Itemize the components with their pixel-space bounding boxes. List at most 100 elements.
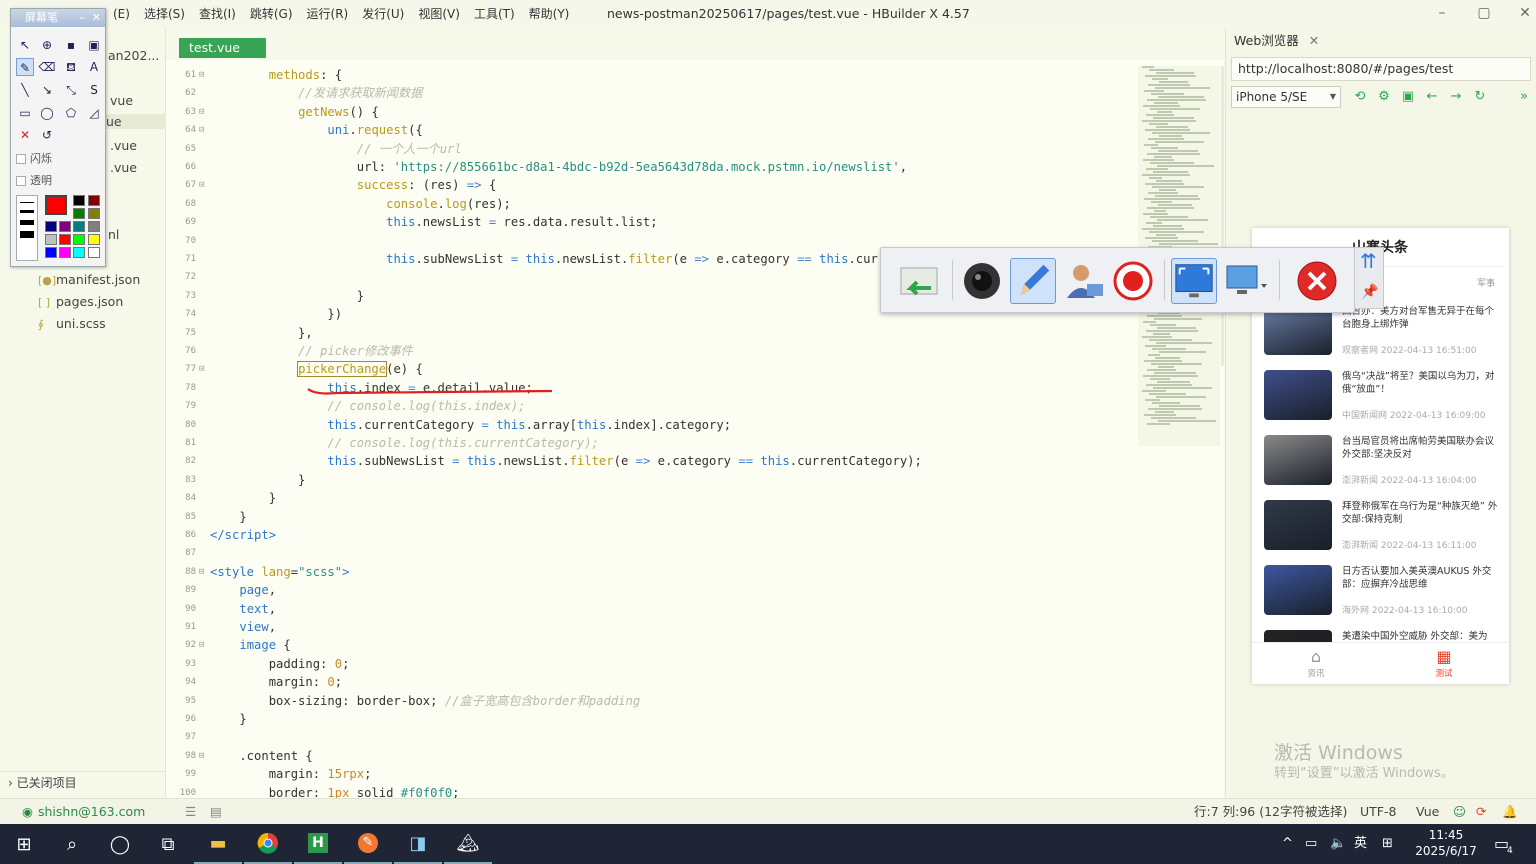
chrome-icon[interactable] (244, 824, 292, 864)
task-view-icon[interactable]: ⧉ (144, 824, 192, 864)
news-item[interactable]: 日方否认要加入美英澳AUKUS 外交部：应摒弃冷战思维 海外网 2022-04-1… (1264, 565, 1504, 621)
fold-icon[interactable]: ⊟ (199, 563, 204, 581)
curve-tool-icon[interactable]: S (85, 81, 103, 99)
minimize-icon[interactable]: – (80, 9, 86, 27)
flash-checkbox[interactable]: 闪烁 (16, 150, 52, 166)
code-line[interactable]: 99 margin: 15rpx; (166, 765, 1166, 783)
rotate-icon[interactable]: ⟲ (1352, 89, 1368, 105)
sync-icon[interactable]: ⟳ (1476, 799, 1486, 825)
sidebar-item-manifest[interactable]: [●] manifest.json (38, 272, 140, 287)
code-line[interactable]: 96 } (166, 710, 1166, 728)
rectangle-tool-icon[interactable]: ▭ (16, 104, 34, 122)
menu-run[interactable]: 运行(R) (300, 0, 356, 28)
network-icon[interactable]: ▭ (1305, 824, 1317, 864)
maximize-icon[interactable]: ▢ (1474, 4, 1494, 24)
code-line[interactable]: 89 page, (166, 581, 1166, 599)
recorder-app-icon[interactable]: ◨ (394, 824, 442, 864)
tab-test-vue[interactable]: test.vue (179, 38, 266, 58)
code-line[interactable]: 64 ⊟ uni.request({ (166, 121, 1166, 139)
fold-icon[interactable]: ⊟ (199, 636, 204, 654)
search-icon[interactable]: ⌕ (48, 824, 96, 864)
code-line[interactable]: 63 ⊟ getNews() { (166, 103, 1166, 121)
color-swatch[interactable] (73, 208, 85, 219)
code-line[interactable]: 86 </script> (166, 526, 1166, 544)
color-swatch[interactable] (73, 234, 85, 245)
user-account[interactable]: shishn@163.com (38, 799, 145, 825)
fold-icon[interactable]: ⊟ (199, 176, 204, 194)
code-line[interactable]: 85 } (166, 508, 1166, 526)
language-mode[interactable]: Vue (1416, 799, 1439, 825)
webcam-user-icon[interactable] (1061, 258, 1107, 304)
pen-tool-icon[interactable]: ✎ (16, 58, 34, 76)
code-line[interactable]: 90 text, (166, 600, 1166, 618)
code-line[interactable]: 94 margin: 0; (166, 673, 1166, 691)
code-line[interactable]: 77 ⊟ pickerChange(e) { (166, 360, 1166, 378)
ime-indicator[interactable]: 英 (1354, 824, 1367, 864)
code-line[interactable]: 65 // 一个人一个url (166, 140, 1166, 158)
sidebar-item-file[interactable]: .vue (110, 160, 137, 175)
news-item[interactable]: 俄乌“决战”将至？美国以乌为刀，对俄“放血”！ 中国新闻网 2022-04-13 … (1264, 370, 1504, 426)
cursor-position[interactable]: 行:7 列:96 (12字符被选择) (1194, 799, 1347, 825)
menu-help[interactable]: 帮助(Y) (522, 0, 577, 28)
clear-tool-icon[interactable]: ✕ (16, 126, 34, 144)
code-line[interactable]: 88 ⊟ <style lang="scss"> (166, 563, 1166, 581)
color-swatch[interactable] (88, 195, 100, 206)
code-line[interactable]: 100 border: 1px solid #f0f0f0; (166, 784, 1166, 798)
news-item[interactable]: 台当局官员将出席帕劳美国联办会议 外交部:坚决反对 澎湃新闻 2022-04-13… (1264, 435, 1504, 491)
terminal-icon[interactable]: ▤ (210, 799, 222, 825)
code-line[interactable]: 61 ⊟ methods: { (166, 66, 1166, 84)
sidebar-item-file[interactable]: vue (110, 93, 133, 108)
close-icon[interactable]: ✕ (1309, 33, 1319, 48)
fill-tool-icon[interactable]: ⛾ (62, 58, 80, 76)
color-swatch[interactable] (45, 234, 57, 245)
code-line[interactable]: 69 this.newsList = res.data.result.list; (166, 213, 1166, 231)
sidebar-item-project[interactable]: an202... (108, 48, 159, 63)
menu-view[interactable]: 视图(V) (411, 0, 467, 28)
collapse-icon[interactable]: ⇈ (1360, 250, 1377, 272)
return-icon[interactable] (897, 258, 943, 304)
undo-tool-icon[interactable]: ↺ (38, 126, 56, 144)
code-line[interactable]: 87 (166, 544, 1166, 562)
code-line[interactable]: 67 ⊟ success: (res) => { (166, 176, 1166, 194)
code-line[interactable]: 68 console.log(res); (166, 195, 1166, 213)
shape-tool-icon[interactable]: ◿ (85, 104, 103, 122)
refresh-icon[interactable]: ↻ (1472, 89, 1488, 105)
camera-lens-icon[interactable] (959, 258, 1005, 304)
file-explorer-icon[interactable]: ▬ (194, 824, 242, 864)
code-line[interactable]: 75 }, (166, 324, 1166, 342)
url-input[interactable]: http://localhost:8080/#/pages/test (1231, 57, 1531, 81)
color-swatch[interactable] (59, 234, 71, 245)
color-swatch[interactable] (88, 221, 100, 232)
eraser-tool-icon[interactable]: ⌫ (38, 58, 56, 76)
photos-app-icon[interactable]: 🏔 (444, 824, 492, 864)
fold-icon[interactable]: ⊟ (199, 747, 204, 765)
color-swatch[interactable] (73, 247, 85, 258)
code-line[interactable]: 80 this.currentCategory = this.array[thi… (166, 416, 1166, 434)
tab-test[interactable]: ▦ 测试 (1424, 647, 1464, 679)
encoding[interactable]: UTF-8 (1360, 799, 1396, 825)
code-area[interactable]: 61 ⊟ methods: {62 //发请求获取新闻数据 63 ⊟ getNews(… (166, 66, 1166, 798)
sidebar-item-file[interactable]: .vue (110, 138, 137, 153)
screenshot-tool-icon[interactable]: ▪ (62, 36, 80, 54)
double-arrow-tool-icon[interactable]: ⤡ (62, 81, 80, 99)
code-line[interactable]: 82 this.subNewsList = this.newsList.filt… (166, 452, 1166, 470)
ellipse-tool-icon[interactable]: ◯ (38, 104, 56, 122)
code-line[interactable]: 91 view, (166, 618, 1166, 636)
vertical-scrollbar[interactable] (1221, 66, 1224, 366)
screen-capture-icon[interactable] (1171, 258, 1217, 304)
code-line[interactable]: 95 box-sizing: border-box; //盒子宽高包含borde… (166, 692, 1166, 710)
code-line[interactable]: 84 } (166, 489, 1166, 507)
code-line[interactable]: 97 (166, 728, 1166, 746)
minimize-icon[interactable]: – (1432, 4, 1452, 24)
line-width-picker[interactable] (16, 195, 38, 261)
tab-web-browser[interactable]: Web浏览器 ✕ (1234, 32, 1319, 50)
color-swatch[interactable] (45, 247, 57, 258)
menu-publish[interactable]: 发行(U) (355, 0, 411, 28)
bell-icon[interactable]: 🔔 (1502, 799, 1518, 825)
fold-icon[interactable]: ⊟ (199, 103, 204, 121)
close-icon[interactable] (1294, 258, 1340, 304)
current-color-swatch[interactable] (45, 195, 67, 215)
text-tool-icon[interactable]: A (85, 58, 103, 76)
color-swatch[interactable] (88, 208, 100, 219)
sidebar-item-file[interactable]: nl (108, 227, 119, 242)
